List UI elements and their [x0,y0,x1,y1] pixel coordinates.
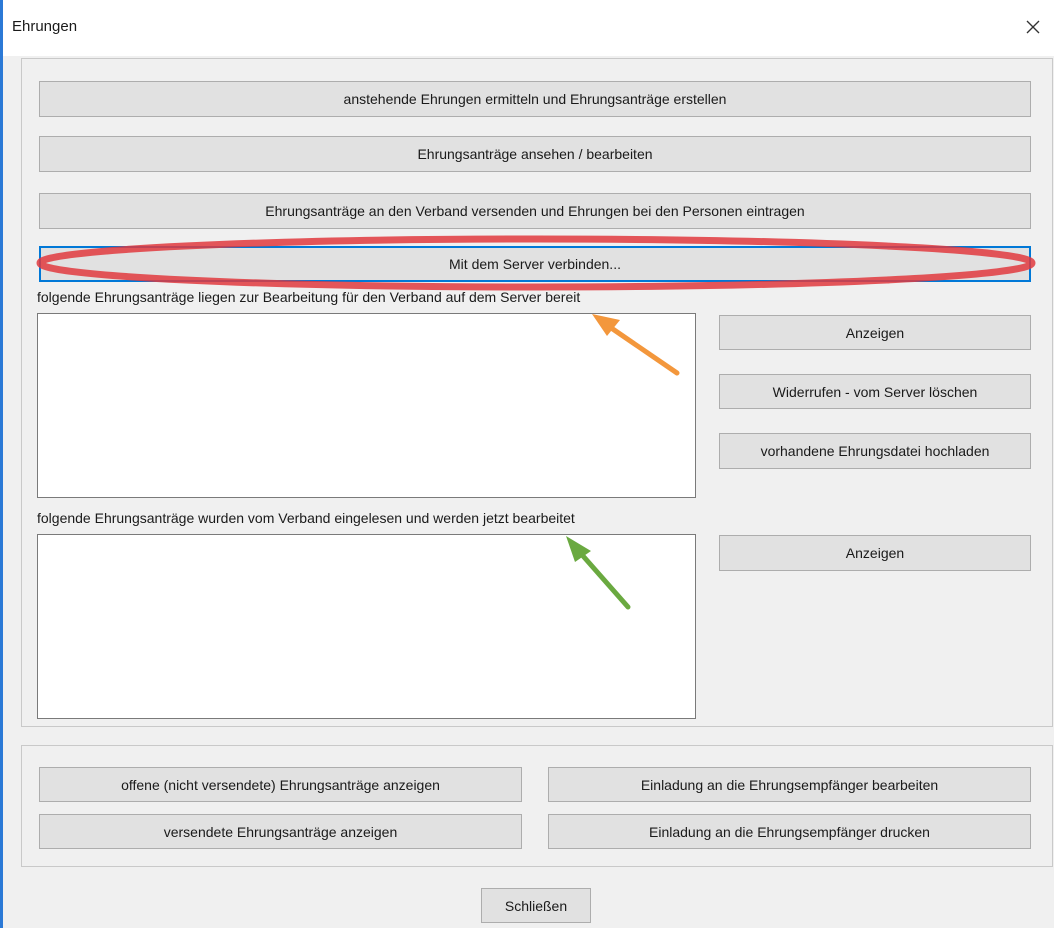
show-pending-button[interactable]: Anzeigen [719,315,1031,350]
determine-honors-button[interactable]: anstehende Ehrungen ermitteln und Ehrung… [39,81,1031,117]
sent-requests-button[interactable]: versendete Ehrungsanträge anzeigen [39,814,522,849]
close-icon [1026,20,1040,34]
ehrungen-dialog: Ehrungen anstehende Ehrungen ermitteln u… [0,0,1054,928]
upload-file-button[interactable]: vorhandene Ehrungsdatei hochladen [719,433,1031,469]
processing-requests-list[interactable] [37,534,696,719]
open-requests-button[interactable]: offene (nicht versendete) Ehrungsanträge… [39,767,522,802]
window-border [0,0,3,928]
title-bar: Ehrungen [3,0,1054,56]
connect-server-button[interactable]: Mit dem Server verbinden... [39,246,1031,282]
edit-invitation-button[interactable]: Einladung an die Ehrungsempfänger bearbe… [548,767,1031,802]
revoke-delete-button[interactable]: Widerrufen - vom Server löschen [719,374,1031,409]
close-button[interactable] [1016,10,1050,44]
print-invitation-button[interactable]: Einladung an die Ehrungsempfänger drucke… [548,814,1031,849]
close-dialog-button[interactable]: Schließen [481,888,591,923]
pending-requests-label: folgende Ehrungsanträge liegen zur Bearb… [37,289,581,305]
send-requests-button[interactable]: Ehrungsanträge an den Verband versenden … [39,193,1031,229]
view-edit-requests-button[interactable]: Ehrungsanträge ansehen / bearbeiten [39,136,1031,172]
pending-requests-list[interactable] [37,313,696,498]
show-processing-button[interactable]: Anzeigen [719,535,1031,571]
window-title: Ehrungen [12,18,78,35]
processing-requests-label: folgende Ehrungsanträge wurden vom Verba… [37,510,575,526]
